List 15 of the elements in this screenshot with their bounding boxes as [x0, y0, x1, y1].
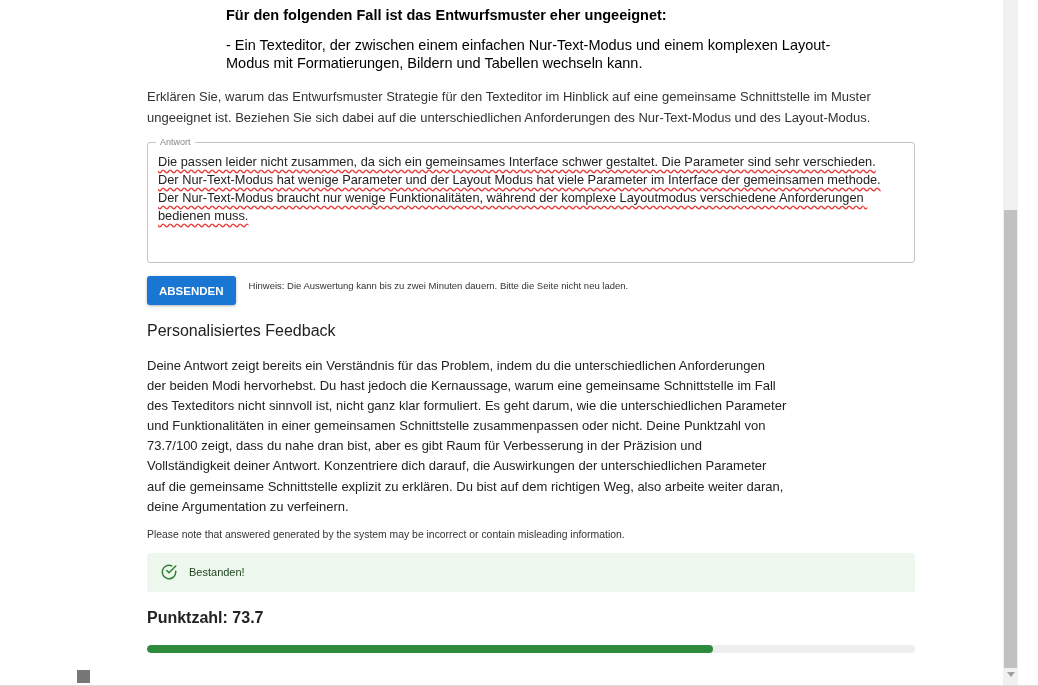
case-text: - Ein Texteditor, der zwischen einem einfachen Nur-Text-Modus und einem komplexen Layout-Modus mit Formatierungen, Bildern und Tabellen wechseln kann. — [226, 36, 832, 72]
score-text: Punktzahl: 73.7 — [147, 608, 265, 627]
result-text: Bestanden! — [189, 566, 245, 579]
question-heading: Für den folgenden Fall ist das Entwurfsmuster eher ungeeignet: — [226, 6, 668, 24]
feedback-text: Deine Antwort zeigt bereits ein Verständnis für das Problem, indem du die unterschiedlichen Anforderungen der beiden Modi hervorhebst. Du hast jedoch die Kernaussage, warum eine gemeinsame Schnittstelle im Fall des Texteditors nicht sinnvoll ist, nicht ganz klar formuliert. Es geht darum, wie die unterschiedlichen Parameter und Funktionalitäten in einer gemeinsamen Schnittstelle zusammenpassen oder nicht. Deine Punktzahl von 73.7/100 zeigt, dass du nahe dran bist, aber es gibt Raum für Verbesserung in der Präzision und Vollständigkeit deiner Antwort. Konzentriere dich darauf, die Auswirkungen der unterschiedlichen Parameter auf die gemeinsame Schnittstelle explizit zu erklären. Du bist auf dem richtigen Weg, also arbeite weiter daran, deine Argumentation zu verfeinern. — [147, 357, 787, 516]
answer-field[interactable]: Antwort Die passen leider nicht zusammen, da sich ein gemeinsames Interface schwer gestaltet. Die Parameter sind sehr verschieden. Der Nur-Text-Modus hat wenige Parameter und der Layout Modus hat viele Parameter im Interface der gemeinsamen methode. Der Nur-Text-Modus braucht nur wenige Funktionalitäten, während der komplexe Layoutmodus verschiedene Anforderungen bedienen muss. — [147, 137, 915, 263]
hint-text: Hinweis: Die Auswertung kann bis zu zwei Minuten dauern. Bitte die Seite nicht neu laden. — [248, 280, 629, 291]
feedback-title: Personalisiertes Feedback — [147, 322, 337, 340]
submit-button[interactable]: ABSENDEN — [147, 276, 236, 305]
disclaimer-text: Please note that answered generated by the system may be incorrect or contain misleading information. — [147, 528, 626, 540]
corner-square — [77, 670, 90, 683]
prompt-text: Erklären Sie, warum das Entwurfsmuster Strategie für den Texteditor im Hinblick auf eine gemeinsame Schnittstelle im Muster ungeeignet ist. Beziehen Sie sich dabei auf die unterschiedlichen Anforderungen des Nur-Text-Modus und des Layout-Modus. — [147, 88, 872, 127]
scrollbar-thumb[interactable] — [1004, 210, 1017, 668]
scroll-down-arrow-icon[interactable] — [1007, 672, 1015, 677]
field-label: Antwort — [159, 137, 192, 147]
